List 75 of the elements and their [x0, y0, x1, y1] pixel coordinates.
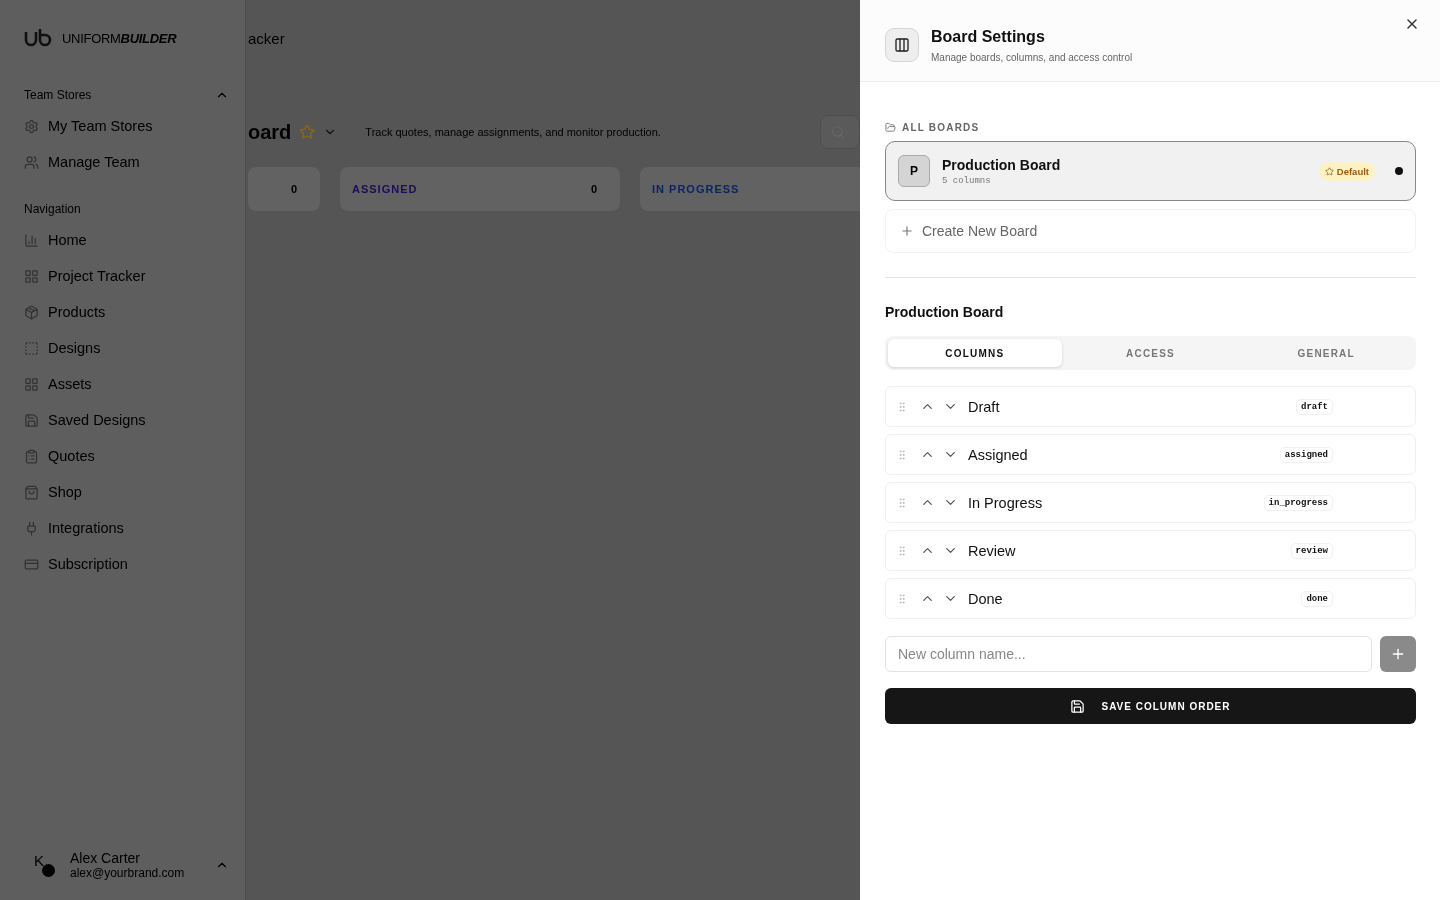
drag-handle-icon[interactable]	[896, 544, 908, 557]
section-title: Navigation	[24, 202, 81, 216]
gear-icon	[24, 118, 39, 134]
drag-handle-icon[interactable]	[896, 496, 908, 509]
grid-icon	[24, 268, 39, 284]
logo-icon	[24, 28, 54, 48]
column-title: ASSIGNED	[352, 183, 418, 195]
tab[interactable]: COLUMNS	[888, 339, 1062, 367]
tab[interactable]: GENERAL	[1239, 339, 1413, 367]
sidebar-item[interactable]: Home	[24, 222, 229, 258]
sidebar-item[interactable]: Integrations	[24, 510, 229, 546]
search-field[interactable]	[820, 115, 860, 149]
chart-icon	[24, 232, 39, 248]
column-name: Assigned	[968, 446, 1028, 463]
section-label: ALL BOARDS	[902, 122, 980, 133]
star-icon[interactable]	[299, 124, 316, 140]
board-card[interactable]: P Production Board 5 columns Default	[885, 141, 1416, 201]
sidebar-item[interactable]: Assets	[24, 366, 229, 402]
page-subtitle: Track quotes, manage assignments, and monitor production.	[365, 126, 661, 138]
board-name: Production Board	[942, 156, 1061, 173]
drag-handle-icon[interactable]	[896, 400, 908, 413]
column-key: in_progress	[1263, 494, 1333, 511]
column-count: 0	[590, 183, 598, 195]
grid-icon	[24, 376, 39, 392]
sidebar-item[interactable]: Project Tracker	[24, 258, 229, 294]
sidebar-item[interactable]: Quotes	[24, 438, 229, 474]
board-avatar: P	[898, 155, 930, 187]
plus-icon	[900, 224, 914, 238]
column-name: Review	[968, 542, 1016, 559]
columns-icon	[885, 28, 919, 62]
column-key: assigned	[1279, 446, 1333, 463]
card-icon	[24, 556, 39, 572]
new-column-field[interactable]: New column name...	[885, 636, 1372, 672]
column-name: In Progress	[968, 494, 1043, 511]
save-button[interactable]: SAVE COLUMN ORDER	[885, 688, 1416, 724]
star-icon	[1324, 166, 1334, 176]
board-meta: 5 columns	[942, 175, 992, 186]
clipboard-icon	[24, 448, 39, 464]
page-title: oard	[248, 120, 292, 144]
sidebar-item[interactable]: Designs	[24, 330, 229, 366]
column-title: IN PROGRESS	[652, 183, 740, 195]
tab[interactable]: ACCESS	[1063, 339, 1238, 367]
sidebar-item[interactable]: Products	[24, 294, 229, 330]
sidebar-item[interactable]: My Team Stores	[24, 108, 229, 144]
plus-icon	[1390, 646, 1406, 662]
create-board-button[interactable]: Create New Board	[885, 209, 1416, 253]
section-title: Production Board	[885, 304, 1005, 320]
selected-dot	[1395, 167, 1403, 175]
people-icon	[24, 154, 39, 170]
drag-handle-icon[interactable]	[896, 448, 908, 461]
column-count: 0	[290, 183, 298, 195]
panel-title: Board Settings	[931, 28, 1046, 46]
column-key: review	[1290, 542, 1333, 559]
default-badge: Default	[1318, 161, 1375, 181]
section-title: Team Stores	[24, 88, 92, 102]
folder-icon	[885, 122, 896, 133]
column-key: done	[1301, 590, 1333, 607]
sidebar-item[interactable]: Shop	[24, 474, 229, 510]
bag-icon	[24, 484, 39, 500]
column-name: Draft	[968, 398, 1000, 415]
logo-text: UNIFORMBUILDER	[62, 30, 177, 46]
column-key: draft	[1296, 398, 1333, 415]
box-icon	[24, 304, 39, 320]
breadcrumb: acker	[248, 30, 285, 47]
plug-icon	[24, 520, 39, 536]
user-name: Alex Carter	[70, 850, 142, 866]
sidebar-item[interactable]: Saved Designs	[24, 402, 229, 438]
frame-icon	[24, 340, 39, 356]
add-column-button[interactable]	[1380, 636, 1416, 672]
panel-subtitle: Manage boards, columns, and access control	[931, 52, 1133, 63]
sidebar-item[interactable]: Subscription	[24, 546, 229, 582]
user-email: alex@yourbrand.com	[70, 866, 185, 880]
column-name: Done	[968, 590, 1003, 607]
drag-handle-icon[interactable]	[896, 592, 908, 605]
sidebar-item[interactable]: Manage Team	[24, 144, 229, 180]
